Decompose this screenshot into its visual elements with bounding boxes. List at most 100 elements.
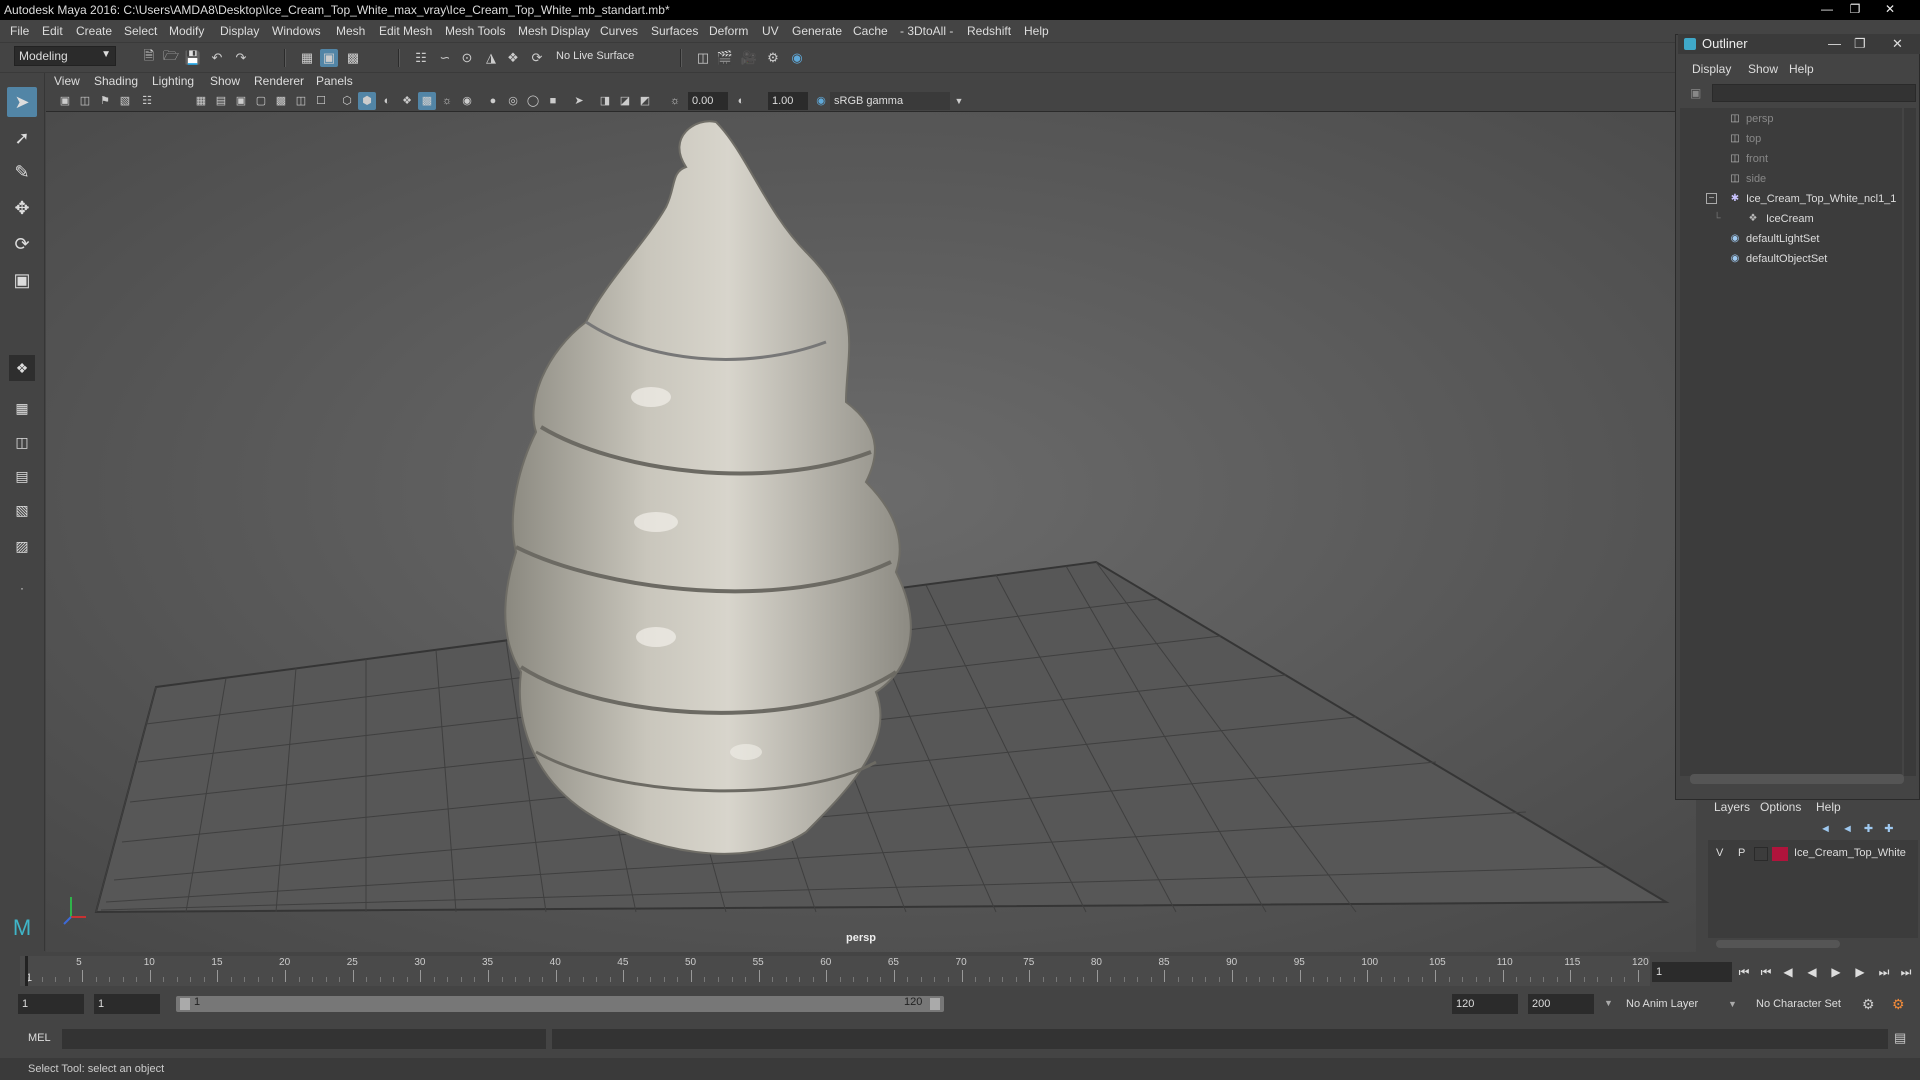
gate-mask-icon[interactable]: ▢ xyxy=(252,92,270,110)
playback-start-field[interactable]: 1 xyxy=(94,994,160,1014)
layer-color-swatch[interactable] xyxy=(1772,847,1788,861)
color-management-icon[interactable]: ◉ xyxy=(812,92,830,110)
close-button[interactable]: ✕ xyxy=(1870,0,1910,18)
xray-joints-icon[interactable]: ◪ xyxy=(616,92,634,110)
more-layouts-icon[interactable]: · xyxy=(7,573,37,603)
scene-end-field[interactable]: 200 xyxy=(1528,994,1594,1014)
field-chart-icon[interactable]: ▩ xyxy=(272,92,290,110)
film-gate-icon[interactable]: ▤ xyxy=(212,92,230,110)
snap-grid-icon[interactable]: ☷ xyxy=(412,49,430,67)
menu-mesh-display[interactable]: Mesh Display xyxy=(518,24,590,38)
paint-select-tool-icon[interactable]: ✎ xyxy=(7,157,37,187)
gamma-icon[interactable]: ◐ xyxy=(732,92,750,110)
render-view-icon[interactable]: ◫ xyxy=(694,49,712,67)
snap-view-plane-icon[interactable]: ◮ xyxy=(482,49,500,67)
current-frame-field[interactable]: 1 xyxy=(1652,962,1732,982)
step-back-frame-icon[interactable]: ◀ xyxy=(1778,962,1798,982)
bookmark-icon[interactable]: ⚑ xyxy=(96,92,114,110)
textured-icon[interactable]: ▩ xyxy=(418,92,436,110)
menu-mesh-tools[interactable]: Mesh Tools xyxy=(445,24,505,38)
range-end-handle[interactable] xyxy=(930,998,940,1010)
maximize-button[interactable]: ❐ xyxy=(1842,0,1868,18)
new-layer-icon[interactable]: ✚ xyxy=(1864,823,1873,835)
move-tool-icon[interactable]: ✥ xyxy=(7,193,37,223)
ambient-occlusion-icon[interactable]: ● xyxy=(484,92,502,110)
use-all-lights-icon[interactable]: ☼ xyxy=(438,92,456,110)
menu-modify[interactable]: Modify xyxy=(169,24,204,38)
uv-layout-icon[interactable]: ▨ xyxy=(7,531,37,561)
xray-components-icon[interactable]: ◩ xyxy=(636,92,654,110)
image-plane-icon[interactable]: ▧ xyxy=(116,92,134,110)
menu-display[interactable]: Display xyxy=(220,24,259,38)
panel-menu-renderer[interactable]: Renderer xyxy=(254,74,304,88)
menu-edit[interactable]: Edit xyxy=(42,24,63,38)
depth-of-field-icon[interactable]: ■ xyxy=(544,92,562,110)
render-settings-icon[interactable]: ⚙ xyxy=(764,49,782,67)
shadows-icon[interactable]: ◉ xyxy=(458,92,476,110)
single-perspective-layout-icon[interactable]: ❖ xyxy=(9,355,35,381)
four-view-layout-icon[interactable]: ▦ xyxy=(7,393,37,423)
camera-attributes-icon[interactable]: ◫ xyxy=(76,92,94,110)
layer-visibility-toggle[interactable]: V xyxy=(1716,847,1723,859)
outliner-horizontal-scrollbar[interactable] xyxy=(1690,774,1904,784)
menu-file[interactable]: File xyxy=(10,24,29,38)
outliner-item-icecream[interactable]: └ ❖ IceCream xyxy=(1680,210,1900,228)
menu-mesh[interactable]: Mesh xyxy=(336,24,365,38)
menu-curves[interactable]: Curves xyxy=(600,24,638,38)
panel-menu-panels[interactable]: Panels xyxy=(316,74,353,88)
auto-key-icon[interactable]: ⚙ xyxy=(1862,996,1875,1013)
hypershade-icon[interactable]: ◉ xyxy=(788,49,806,67)
layer-playback-toggle[interactable]: P xyxy=(1738,847,1745,859)
rotate-tool-icon[interactable]: ⟳ xyxy=(7,229,37,259)
filter-icon[interactable]: ▣ xyxy=(1690,86,1704,100)
make-live-icon[interactable]: ❖ xyxy=(504,49,522,67)
persp-outliner-layout-icon[interactable]: ◫ xyxy=(7,427,37,457)
motion-blur-icon[interactable]: ◎ xyxy=(504,92,522,110)
outliner-close-icon[interactable]: ✕ xyxy=(1892,34,1903,54)
menu-uv[interactable]: UV xyxy=(762,24,779,38)
xray-icon[interactable]: ◨ xyxy=(596,92,614,110)
select-object-icon[interactable]: ▣ xyxy=(320,49,338,67)
layer-menu-options[interactable]: Options xyxy=(1760,800,1801,814)
layer-row[interactable]: V P Ice_Cream_Top_White xyxy=(1708,845,1918,863)
range-slider-bar[interactable]: 1 120 xyxy=(176,996,944,1012)
outliner-search-input[interactable] xyxy=(1712,84,1916,102)
layer-menu-help[interactable]: Help xyxy=(1816,800,1841,814)
open-scene-icon[interactable]: 🗁 xyxy=(162,48,180,67)
outliner-item-defaultobjectset[interactable]: ◉ defaultObjectSet xyxy=(1680,250,1900,268)
anim-layer-dropdown[interactable]: No Anim Layer ▼ xyxy=(1622,994,1740,1014)
play-forwards-icon[interactable]: ▶ xyxy=(1826,962,1846,982)
command-language-toggle[interactable]: MEL xyxy=(28,1032,51,1044)
gamma-field[interactable]: 1.00 xyxy=(768,92,808,110)
outliner-menu-display[interactable]: Display xyxy=(1692,62,1731,76)
outliner-item-defaultlightset[interactable]: ◉ defaultLightSet xyxy=(1680,230,1900,248)
viewport-persp[interactable]: persp xyxy=(46,112,1696,952)
resolution-gate-icon[interactable]: ▣ xyxy=(232,92,250,110)
menu-help[interactable]: Help xyxy=(1024,24,1049,38)
outliner-vertical-scrollbar[interactable] xyxy=(1904,108,1916,776)
play-backwards-icon[interactable]: ◀ xyxy=(1802,962,1822,982)
outliner-maximize-icon[interactable]: ❐ xyxy=(1854,34,1866,54)
outliner-item-persp[interactable]: ◫ persp xyxy=(1680,110,1900,128)
menu-deform[interactable]: Deform xyxy=(709,24,748,38)
outliner-item-front[interactable]: ◫ front xyxy=(1680,150,1900,168)
go-to-end-icon[interactable]: ⏭ xyxy=(1896,962,1916,982)
outliner-item-side[interactable]: ◫ side xyxy=(1680,170,1900,188)
menu-cache[interactable]: Cache xyxy=(853,24,888,38)
outliner-item-top[interactable]: ◫ top xyxy=(1680,130,1900,148)
exposure-icon[interactable]: ☼ xyxy=(666,92,684,110)
menu-edit-mesh[interactable]: Edit Mesh xyxy=(379,24,432,38)
command-input[interactable] xyxy=(62,1029,546,1049)
layer-reference-toggle[interactable] xyxy=(1754,847,1768,861)
menu-windows[interactable]: Windows xyxy=(272,24,321,38)
isolate-select-icon[interactable]: ➤ xyxy=(570,92,588,110)
range-start-handle[interactable] xyxy=(180,998,190,1010)
select-component-icon[interactable]: ▩ xyxy=(344,49,362,67)
snap-together-icon[interactable]: ⟳ xyxy=(528,49,546,67)
save-scene-icon[interactable]: 💾 xyxy=(184,49,202,67)
lasso-tool-icon[interactable]: ➚ xyxy=(7,123,37,153)
outliner-menu-show[interactable]: Show xyxy=(1748,62,1778,76)
step-back-key-icon[interactable]: ⏮ xyxy=(1756,962,1776,982)
timeline-ruler[interactable]: 5 10 15 20 25 30 35 40 45 50 55 60 65 70 75 80 85 90 95 100… xyxy=(20,956,1650,986)
panel-menu-shading[interactable]: Shading xyxy=(94,74,138,88)
